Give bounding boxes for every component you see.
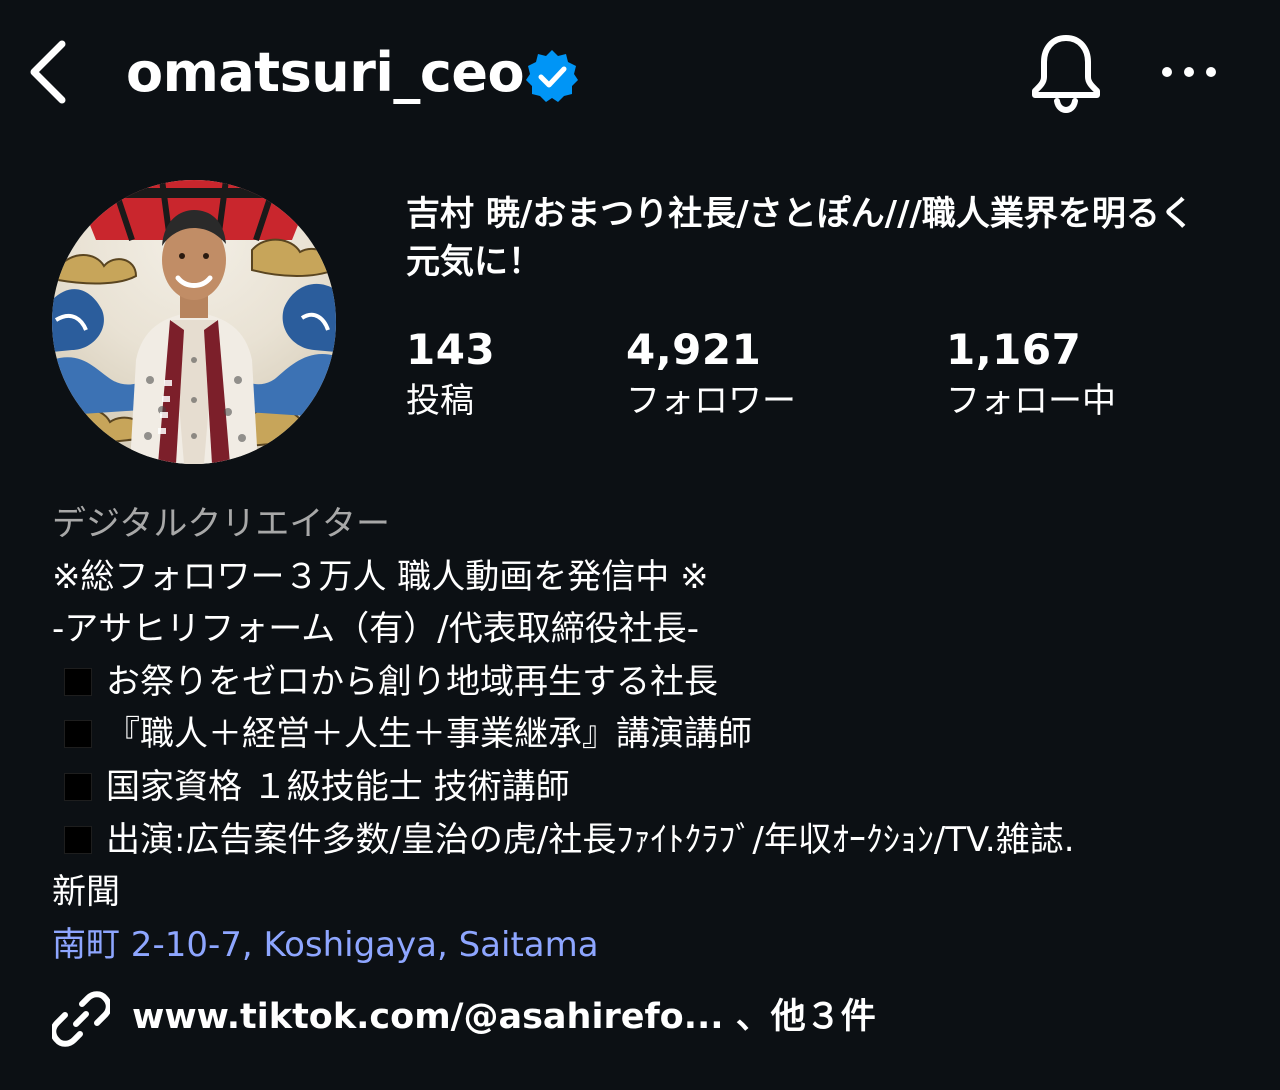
bio-line: 国家資格 １級技能士 技術講師 (52, 761, 1232, 814)
black-square-icon (64, 720, 92, 749)
posts-count-value: 143 (406, 325, 496, 374)
followers-count[interactable]: 4,921 フォロワー (626, 322, 796, 424)
bio-line-text: お祭りをゼロから創り地域再生する社長 (106, 661, 718, 702)
profile-link-text: www.tiktok.com/@asahirefo... 、他３件 (132, 997, 876, 1037)
chevron-left-icon (30, 40, 66, 104)
profile-display-name: 吉村 暁/おまつり社長/さとぽん///職人業界を明るく元気に！ (406, 194, 1194, 282)
bio-line: 出演:広告案件多数/皇治の虎/社長ﾌｧｲﾄｸﾗﾌﾞ/年収ｵｰｸｼｮﾝ/TV.雑誌… (52, 814, 1232, 867)
bell-icon (1032, 35, 1100, 114)
bio-line: お祭りをゼロから創り地域再生する社長 (52, 656, 1232, 709)
more-horizontal-icon (1162, 67, 1216, 77)
posts-count[interactable]: 143 投稿 (406, 322, 495, 424)
notifications-button[interactable] (1028, 30, 1104, 114)
profile-links[interactable]: www.tiktok.com/@asahirefo... 、他３件 (52, 986, 1052, 1047)
following-count-label: フォロー中 (946, 381, 1116, 421)
bio-line: 『職人＋経営＋人生＋事業継承』講演講師 (52, 708, 1232, 761)
bio-line-text: 国家資格 １級技能士 技術講師 (106, 766, 570, 807)
bio-line: -アサヒリフォーム（有）/代表取締役社長- (52, 609, 699, 650)
more-options-button[interactable] (1156, 54, 1222, 90)
bio-line: ※総フォロワー３万人 職人動画を発信中 ※ (52, 556, 709, 597)
link-icon (52, 991, 110, 1047)
followers-count-label: フォロワー (626, 381, 796, 421)
verified-badge-icon (526, 50, 578, 102)
profile-username: omatsuri_ceo (126, 41, 525, 104)
bio-line-text: 『職人＋経営＋人生＋事業継承』講演講師 (106, 714, 752, 755)
profile-header: omatsuri_ceo (0, 0, 1280, 145)
following-count[interactable]: 1,167 フォロー中 (946, 322, 1116, 424)
profile-bio: デジタルクリエイター ※総フォロワー３万人 職人動画を発信中 ※ -アサヒリフォ… (52, 498, 1232, 971)
profile-photo (52, 180, 336, 464)
black-square-icon (64, 772, 92, 801)
black-square-icon (64, 667, 92, 696)
followers-count-value: 4,921 (626, 325, 762, 374)
bio-line: 新聞 (52, 872, 120, 913)
black-square-icon (64, 825, 92, 854)
profile-category: デジタルクリエイター (52, 504, 390, 544)
back-button[interactable] (22, 36, 78, 108)
following-count-value: 1,167 (946, 325, 1082, 374)
profile-avatar[interactable] (52, 180, 336, 464)
posts-count-label: 投稿 (406, 381, 474, 421)
profile-location-link[interactable]: 南町 2-10-7, Koshigaya, Saitama (52, 919, 1232, 972)
bio-line-text: 出演:広告案件多数/皇治の虎/社長ﾌｧｲﾄｸﾗﾌﾞ/年収ｵｰｸｼｮﾝ/TV.雑誌… (106, 819, 1075, 860)
